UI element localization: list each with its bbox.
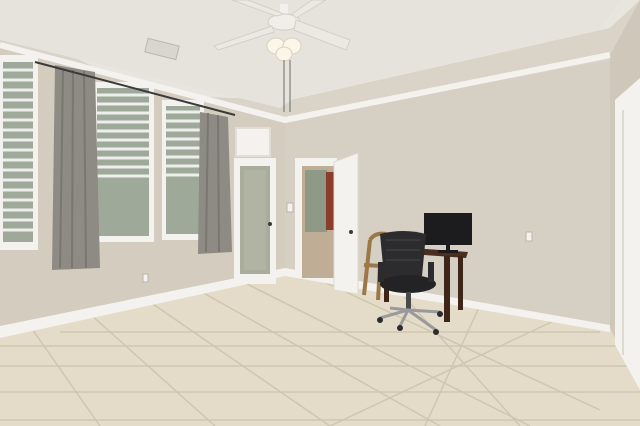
window-left bbox=[0, 55, 38, 250]
glass-door bbox=[234, 158, 276, 284]
open-door bbox=[333, 152, 359, 295]
curtain-left bbox=[52, 65, 100, 270]
window-right bbox=[162, 100, 204, 240]
wall-outlet-back bbox=[525, 231, 533, 242]
transom-window bbox=[235, 127, 271, 157]
curtain-right bbox=[198, 112, 232, 254]
room-photo bbox=[0, 0, 640, 426]
interior-doorway bbox=[295, 158, 337, 278]
right-side-door bbox=[615, 78, 640, 390]
wall-outlet-left bbox=[142, 273, 149, 283]
window-middle bbox=[92, 82, 154, 242]
light-switch bbox=[286, 202, 294, 213]
